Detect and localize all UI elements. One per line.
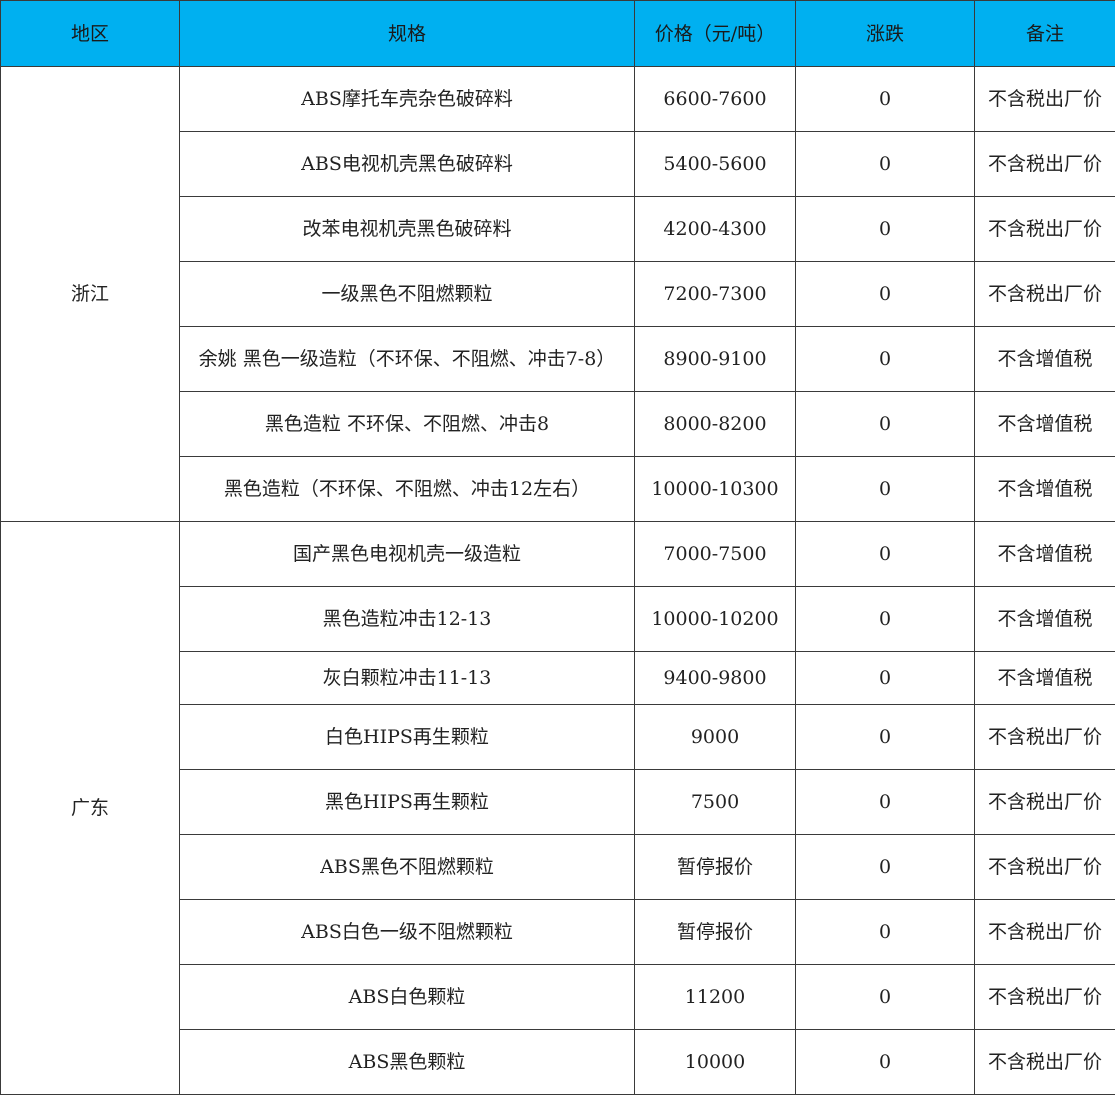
price-cell: 7200-7300 <box>635 262 796 327</box>
change-cell: 0 <box>796 835 975 900</box>
note-cell: 不含增值税 <box>975 522 1115 587</box>
price-cell: 6600-7600 <box>635 67 796 132</box>
price-table: 地区 规格 价格（元/吨） 涨跌 备注 浙江 ABS摩托车壳杂色破碎料 6600… <box>0 0 1115 1095</box>
spec-cell: ABS黑色颗粒 <box>180 1030 635 1095</box>
note-cell: 不含增值税 <box>975 327 1115 392</box>
change-cell: 0 <box>796 392 975 457</box>
price-cell: 5400-5600 <box>635 132 796 197</box>
change-cell: 0 <box>796 705 975 770</box>
note-cell: 不含增值税 <box>975 457 1115 522</box>
price-cell: 7500 <box>635 770 796 835</box>
note-cell: 不含增值税 <box>975 587 1115 652</box>
region-cell-zhejiang: 浙江 <box>1 67 180 522</box>
region-cell-guangdong: 广东 <box>1 522 180 1095</box>
header-region: 地区 <box>1 1 180 67</box>
spec-cell: ABS白色一级不阻燃颗粒 <box>180 900 635 965</box>
price-cell: 10000-10300 <box>635 457 796 522</box>
spec-cell: ABS电视机壳黑色破碎料 <box>180 132 635 197</box>
table-body: 浙江 ABS摩托车壳杂色破碎料 6600-7600 0 不含税出厂价 ABS电视… <box>1 67 1115 1095</box>
price-cell: 暂停报价 <box>635 835 796 900</box>
spec-cell: 黑色HIPS再生颗粒 <box>180 770 635 835</box>
spec-cell: 改苯电视机壳黑色破碎料 <box>180 197 635 262</box>
note-cell: 不含税出厂价 <box>975 900 1115 965</box>
price-cell: 4200-4300 <box>635 197 796 262</box>
spec-cell: 黑色造粒冲击12-13 <box>180 587 635 652</box>
spec-cell: 灰白颗粒冲击11-13 <box>180 652 635 705</box>
spec-cell: ABS白色颗粒 <box>180 965 635 1030</box>
note-cell: 不含税出厂价 <box>975 262 1115 327</box>
spec-cell: 余姚 黑色一级造粒（不环保、不阻燃、冲击7-8） <box>180 327 635 392</box>
note-cell: 不含税出厂价 <box>975 132 1115 197</box>
note-cell: 不含税出厂价 <box>975 705 1115 770</box>
header-row: 地区 规格 价格（元/吨） 涨跌 备注 <box>1 1 1115 67</box>
price-cell: 9000 <box>635 705 796 770</box>
change-cell: 0 <box>796 770 975 835</box>
change-cell: 0 <box>796 652 975 705</box>
spec-cell: ABS摩托车壳杂色破碎料 <box>180 67 635 132</box>
header-note: 备注 <box>975 1 1115 67</box>
table-header: 地区 规格 价格（元/吨） 涨跌 备注 <box>1 1 1115 67</box>
spec-cell: 白色HIPS再生颗粒 <box>180 705 635 770</box>
spec-cell: 国产黑色电视机壳一级造粒 <box>180 522 635 587</box>
note-cell: 不含税出厂价 <box>975 965 1115 1030</box>
spec-cell: 黑色造粒（不环保、不阻燃、冲击12左右） <box>180 457 635 522</box>
change-cell: 0 <box>796 327 975 392</box>
price-cell: 11200 <box>635 965 796 1030</box>
header-change: 涨跌 <box>796 1 975 67</box>
change-cell: 0 <box>796 197 975 262</box>
price-cell: 9400-9800 <box>635 652 796 705</box>
note-cell: 不含税出厂价 <box>975 1030 1115 1095</box>
change-cell: 0 <box>796 67 975 132</box>
change-cell: 0 <box>796 262 975 327</box>
header-spec: 规格 <box>180 1 635 67</box>
spec-cell: ABS黑色不阻燃颗粒 <box>180 835 635 900</box>
change-cell: 0 <box>796 965 975 1030</box>
price-cell: 暂停报价 <box>635 900 796 965</box>
note-cell: 不含税出厂价 <box>975 197 1115 262</box>
change-cell: 0 <box>796 132 975 197</box>
table-row: 广东 国产黑色电视机壳一级造粒 7000-7500 0 不含增值税 <box>1 522 1115 587</box>
price-cell: 8000-8200 <box>635 392 796 457</box>
price-cell: 7000-7500 <box>635 522 796 587</box>
spec-cell: 黑色造粒 不环保、不阻燃、冲击8 <box>180 392 635 457</box>
note-cell: 不含增值税 <box>975 392 1115 457</box>
note-cell: 不含税出厂价 <box>975 835 1115 900</box>
change-cell: 0 <box>796 900 975 965</box>
price-cell: 8900-9100 <box>635 327 796 392</box>
change-cell: 0 <box>796 587 975 652</box>
spec-cell: 一级黑色不阻燃颗粒 <box>180 262 635 327</box>
change-cell: 0 <box>796 457 975 522</box>
table-row: 浙江 ABS摩托车壳杂色破碎料 6600-7600 0 不含税出厂价 <box>1 67 1115 132</box>
header-price: 价格（元/吨） <box>635 1 796 67</box>
note-cell: 不含增值税 <box>975 652 1115 705</box>
note-cell: 不含税出厂价 <box>975 67 1115 132</box>
note-cell: 不含税出厂价 <box>975 770 1115 835</box>
change-cell: 0 <box>796 522 975 587</box>
change-cell: 0 <box>796 1030 975 1095</box>
price-cell: 10000-10200 <box>635 587 796 652</box>
price-cell: 10000 <box>635 1030 796 1095</box>
